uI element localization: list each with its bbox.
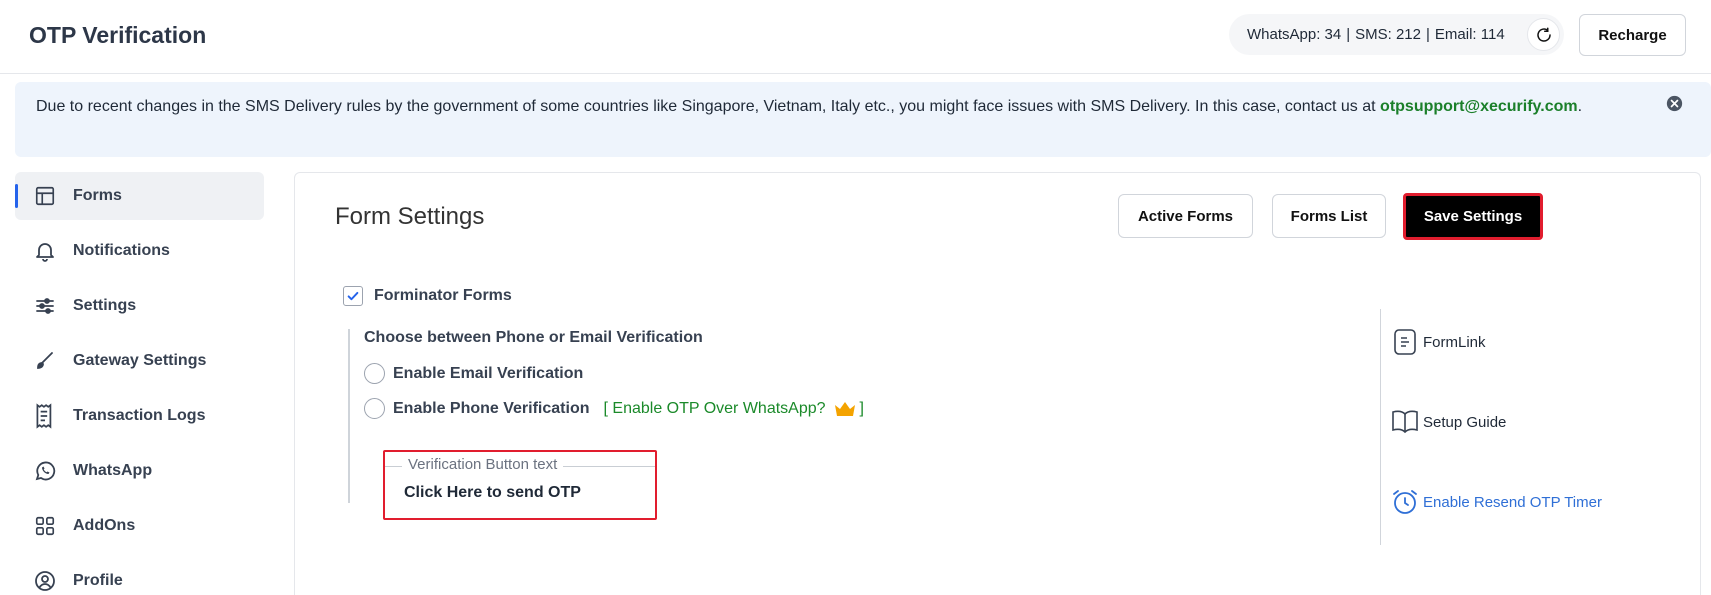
- whatsapp-link-close: ]: [859, 399, 864, 417]
- sms-delivery-notice: Due to recent changes in the SMS Deliver…: [15, 82, 1711, 157]
- email-credits: Email: 114: [1434, 26, 1505, 43]
- sidebar-item-label: AddOns: [73, 517, 136, 534]
- separator: |: [1346, 26, 1351, 43]
- help-links: FormLink Setup Guide Enable Resend OTP T…: [1380, 309, 1680, 545]
- formlink-link[interactable]: FormLink: [1391, 328, 1486, 356]
- phone-verification-radio[interactable]: [364, 398, 385, 419]
- page-title: Form Settings: [335, 203, 485, 230]
- sidebar-item-label: Settings: [73, 297, 137, 314]
- form-name-label: Forminator Forms: [374, 287, 512, 304]
- setup-guide-label: Setup Guide: [1423, 413, 1507, 431]
- choose-verification-label: Choose between Phone or Email Verificati…: [364, 329, 703, 346]
- sidebar-item-whatsapp[interactable]: WhatsApp: [15, 447, 264, 495]
- enable-resend-otp-timer-link[interactable]: Enable Resend OTP Timer: [1391, 488, 1602, 516]
- notice-end: .: [1577, 98, 1583, 115]
- sliders-icon: [32, 293, 58, 319]
- layout-icon: [32, 183, 58, 209]
- notice-text: Due to recent changes in the SMS Deliver…: [36, 98, 1376, 115]
- verification-button-text-legend: Verification Button text: [402, 456, 564, 473]
- sidebar-item-label: Forms: [73, 187, 122, 204]
- email-verification-label: Enable Email Verification: [393, 364, 584, 382]
- active-forms-button[interactable]: Active Forms: [1118, 194, 1253, 238]
- receipt-icon: [32, 403, 58, 429]
- sms-credits: SMS: 212: [1355, 26, 1421, 43]
- phone-verification-label: Enable Phone Verification: [393, 399, 590, 417]
- crown-icon: [834, 401, 855, 416]
- sidebar-item-label: Gateway Settings: [73, 352, 207, 369]
- refresh-credits-button[interactable]: [1527, 18, 1560, 51]
- checkmark-icon: [347, 291, 359, 301]
- top-bar: OTP Verification WhatsApp: 34 | SMS: 212…: [0, 0, 1711, 74]
- sidebar-item-notifications[interactable]: Notifications: [15, 227, 264, 275]
- sidebar-item-gateway-settings[interactable]: Gateway Settings: [15, 337, 264, 385]
- verification-button-text-value[interactable]: Click Here to send OTP: [404, 484, 581, 502]
- sidebar-item-label: WhatsApp: [73, 462, 153, 479]
- refresh-icon: [1536, 27, 1551, 42]
- sidebar: Forms Notifications Settings Gateway Set…: [0, 168, 280, 595]
- separator: |: [1426, 26, 1430, 43]
- sidebar-item-addons[interactable]: AddOns: [15, 502, 264, 550]
- setup-guide-link[interactable]: Setup Guide: [1391, 408, 1506, 436]
- document-icon: [1391, 328, 1419, 356]
- sidebar-item-label: Notifications: [73, 242, 170, 259]
- forminator-forms-toggle[interactable]: Forminator Forms: [343, 286, 512, 306]
- sidebar-item-settings[interactable]: Settings: [15, 282, 264, 330]
- sidebar-item-label: Profile: [73, 572, 123, 589]
- close-icon[interactable]: [1666, 95, 1683, 112]
- book-icon: [1391, 408, 1419, 436]
- alarm-clock-icon: [1391, 488, 1419, 516]
- whatsapp-credits: WhatsApp: 34: [1247, 26, 1342, 43]
- resend-timer-label: Enable Resend OTP Timer: [1423, 493, 1602, 511]
- whatsapp-icon: [32, 458, 58, 484]
- forms-list-button[interactable]: Forms List: [1272, 194, 1386, 238]
- support-email-link[interactable]: otpsupport@xecurify.com: [1380, 98, 1578, 115]
- credits-summary: WhatsApp: 34 | SMS: 212 | Email: 114: [1229, 14, 1564, 55]
- save-settings-button[interactable]: Save Settings: [1403, 193, 1543, 240]
- forminator-checkbox[interactable]: [343, 286, 363, 306]
- sidebar-item-forms[interactable]: Forms: [15, 172, 264, 220]
- brush-icon: [32, 348, 58, 374]
- email-verification-radio[interactable]: [364, 363, 385, 384]
- phone-verification-option[interactable]: Enable Phone Verification [ Enable OTP O…: [364, 398, 864, 419]
- email-verification-option[interactable]: Enable Email Verification: [364, 363, 583, 384]
- verification-button-text-field[interactable]: Verification Button text Click Here to s…: [383, 450, 657, 520]
- enable-whatsapp-otp-link[interactable]: [ Enable OTP Over WhatsApp? ]: [604, 400, 864, 418]
- sidebar-item-transaction-logs[interactable]: Transaction Logs: [15, 392, 264, 440]
- recharge-button[interactable]: Recharge: [1579, 14, 1686, 56]
- formlink-label: FormLink: [1423, 333, 1486, 351]
- whatsapp-link-text: [ Enable OTP Over WhatsApp?: [603, 399, 826, 417]
- bell-icon: [32, 238, 58, 264]
- sidebar-item-label: Transaction Logs: [73, 407, 206, 424]
- app-title: OTP Verification: [29, 22, 207, 48]
- grid-icon: [32, 513, 58, 539]
- user-icon: [32, 568, 58, 594]
- verification-options: Choose between Phone or Email Verificati…: [348, 329, 1248, 520]
- sidebar-item-profile[interactable]: Profile: [15, 557, 264, 595]
- form-settings-panel: Form Settings Active Forms Forms List Sa…: [294, 172, 1701, 595]
